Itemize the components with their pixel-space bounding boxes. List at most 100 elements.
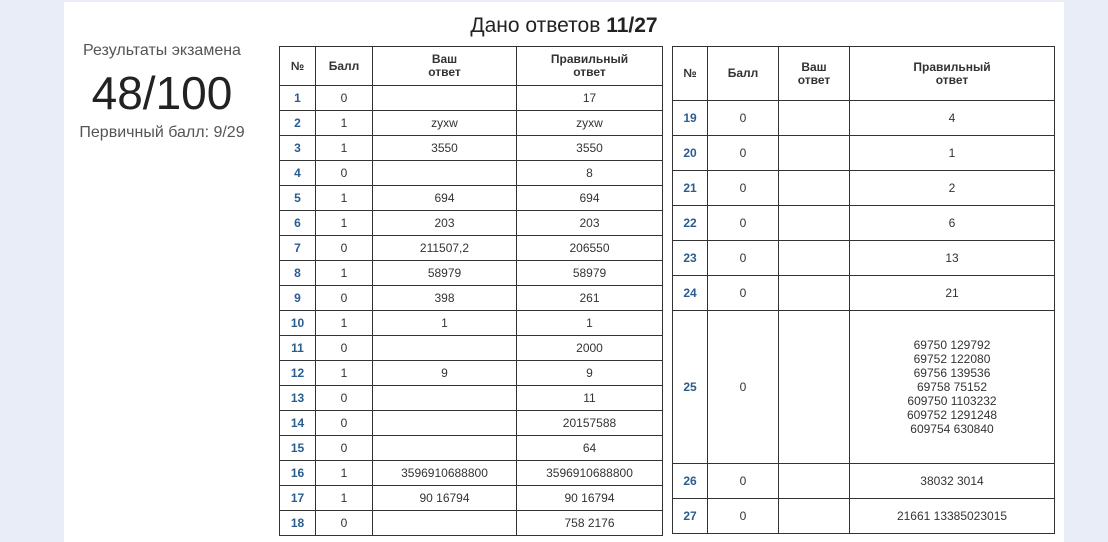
your-answer [372,85,517,111]
correct-answer-line: 69752 122080 [913,352,991,366]
task-number: 6 [279,210,316,236]
task-points: 0 [315,160,373,186]
table-row: 11 0 2000 [279,335,663,361]
correct-answer: 8 [516,160,663,186]
table-row: 20 0 1 [672,135,1055,171]
results-panel: Дано ответов 11/27 Результаты экзамена 4… [64,2,1064,542]
table-header-row: № Балл Ваш ответ Правильный ответ [279,46,663,86]
table-row: 13 0 11 [279,385,663,411]
correct-answer: 3596910688800 [516,460,663,486]
your-answer [372,510,517,536]
your-answer [372,385,517,411]
your-answer: 203 [372,210,517,236]
task-points: 1 [315,360,373,386]
task-points: 0 [315,385,373,411]
task-number: 5 [279,185,316,211]
correct-answer: 20157588 [516,410,663,436]
task-points: 0 [707,240,779,276]
task-points: 0 [315,85,373,111]
task-points: 1 [315,260,373,286]
correct-answer-line: 69758 75152 [916,380,988,394]
task-points: 0 [707,205,779,241]
answers-table-right: № Балл Ваш ответ Правильный ответ 19 0 4 20… [672,46,1055,534]
task-points: 1 [315,185,373,211]
your-answer: 694 [372,185,517,211]
your-answer [372,335,517,361]
your-answer [778,275,850,311]
correct-answer: 58979 [516,260,663,286]
your-answer: 9 [372,360,517,386]
correct-answer: 21 [849,275,1055,311]
task-points: 1 [315,460,373,486]
header-correct-line2: ответ [573,65,606,79]
your-answer [778,170,850,206]
results-title: Результаты экзамена [83,42,241,59]
primary-score: Первичный балл: 9/29 [79,124,245,141]
correct-answer-line: 609754 630840 [910,422,994,436]
table-row: 7 0 211507,2 206550 [279,235,663,261]
correct-answer: 64 [516,435,663,461]
header-your-answer: Ваш ответ [372,46,517,86]
correct-answer: 9 [516,360,663,386]
table-row: 3 1 3550 3550 [279,135,663,161]
your-answer [778,100,850,136]
task-number: 13 [279,385,316,411]
header-points: Балл [315,46,373,86]
task-number: 9 [279,285,316,311]
correct-answer: 13 [849,240,1055,276]
table-row: 6 1 203 203 [279,210,663,236]
your-answer: 3550 [372,135,517,161]
final-score: 48/100 [91,67,233,119]
task-number: 2 [279,110,316,136]
your-answer [372,410,517,436]
task-number: 14 [279,410,316,436]
table-row: 22 0 6 [672,205,1055,241]
header-correct-line1: Правильный [913,59,991,74]
correct-answer-line: 609752 1291248 [906,408,998,422]
correct-answer: 261 [516,285,663,311]
your-answer: zyxw [372,110,517,136]
task-points: 0 [315,510,373,536]
header-your-answer: Ваш ответ [778,46,850,101]
your-answer [778,498,850,534]
task-number: 21 [672,170,708,206]
header-num: № [279,46,316,86]
header-correct-line2: ответ [935,72,969,87]
table-row: 1 0 17 [279,85,663,111]
table-row: 23 0 13 [672,240,1055,276]
correct-answer: 17 [516,85,663,111]
table-row: 24 0 21 [672,275,1055,311]
table-row: 21 0 2 [672,170,1055,206]
correct-answer-line: 69750 129792 [913,338,991,352]
answered-label: Дано ответов [470,14,601,37]
your-answer [778,240,850,276]
header-points: Балл [707,46,779,101]
task-points: 1 [315,210,373,236]
table-row: 14 0 20157588 [279,410,663,436]
correct-answer: 694 [516,185,663,211]
correct-answer: 203 [516,210,663,236]
your-answer: 398 [372,285,517,311]
task-number: 23 [672,240,708,276]
header-your-answer-line1: Ваш [801,59,827,74]
header-your-answer-line2: ответ [797,72,831,87]
task-number: 1 [279,85,316,111]
correct-answer: 6 [849,205,1055,241]
correct-answer: 38032 3014 [849,463,1055,499]
your-answer [372,435,517,461]
task-points: 0 [707,463,779,499]
header-correct-answer: Правильный ответ [516,46,663,86]
task-points: 1 [315,135,373,161]
your-answer: 58979 [372,260,517,286]
table-row: 10 1 1 1 [279,310,663,336]
correct-answer: 21661 13385023015 [849,498,1055,534]
task-number: 26 [672,463,708,499]
task-points: 1 [315,310,373,336]
table-row: 27 0 21661 13385023015 [672,498,1055,534]
table-row: 17 1 90 16794 90 16794 [279,485,663,511]
answered-count: Дано ответов 11/27 [64,14,1064,38]
your-answer [778,463,850,499]
table-row: 26 0 38032 3014 [672,463,1055,499]
task-number: 24 [672,275,708,311]
task-number: 16 [279,460,316,486]
